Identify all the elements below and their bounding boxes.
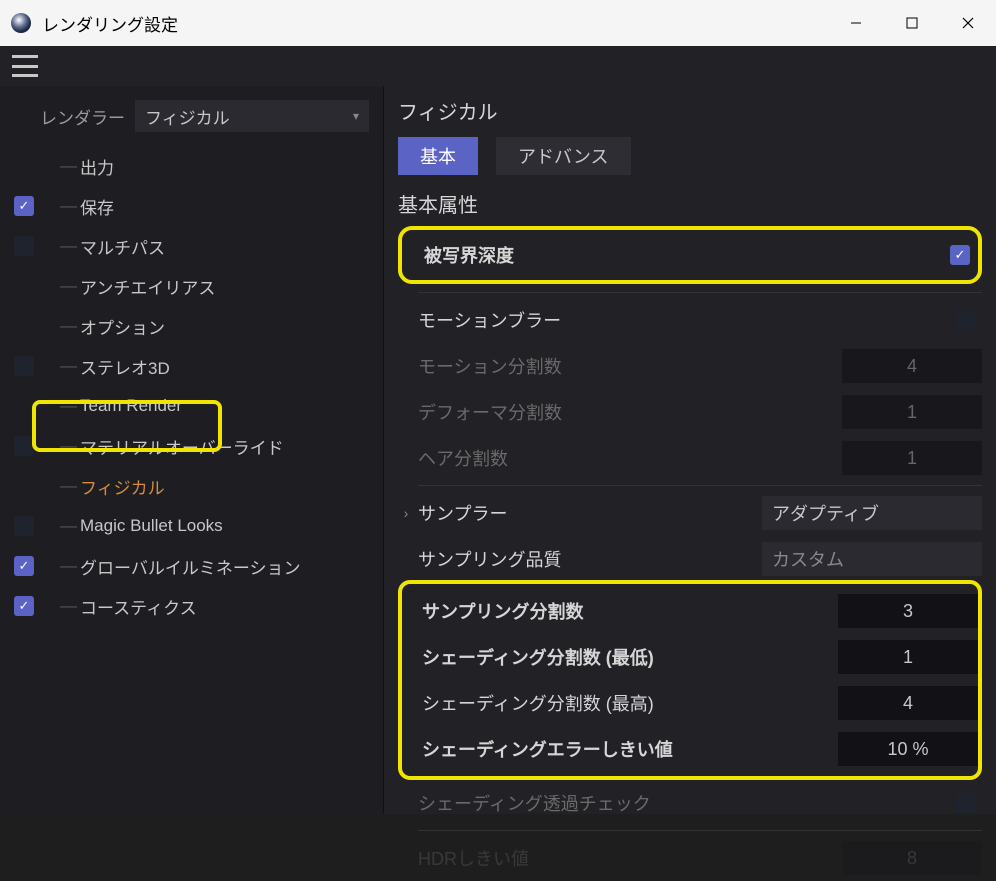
prop-shading-max-value[interactable]: 4	[838, 686, 978, 720]
prop-sampling-q-select[interactable]: カスタム	[762, 542, 982, 576]
app-icon	[10, 12, 32, 34]
sidebar-item-label: ステレオ3D	[80, 354, 170, 379]
titlebar: レンダリング設定	[0, 0, 996, 46]
sidebar-item-4[interactable]: —オプション	[10, 306, 383, 346]
section-basic-title: 基本属性	[398, 189, 982, 218]
prop-deformer-sub-label: デフォーマ分割数	[418, 399, 842, 425]
sidebar-item-9[interactable]: —Magic Bullet Looks	[10, 506, 383, 546]
expand-caret-icon[interactable]: ›	[398, 505, 414, 521]
tab-advance[interactable]: アドバンス	[496, 137, 631, 175]
highlight-dof: 被写界深度 ✓	[398, 226, 982, 284]
prop-dof-checkbox[interactable]: ✓	[950, 245, 970, 265]
prop-sampling-q-label: サンプリング品質	[418, 546, 762, 572]
prop-hdr-thresh-label: HDRしきい値	[418, 845, 842, 871]
sidebar-item-3[interactable]: —アンチエイリアス	[10, 266, 383, 306]
tree-branch-icon: —	[60, 476, 76, 496]
sidebar-item-label: マルチパス	[80, 234, 165, 259]
sidebar-item-7[interactable]: —マテリアルオーバーライド	[10, 426, 383, 466]
tree-branch-icon: —	[60, 596, 76, 616]
sidebar-item-label: グローバルイルミネーション	[80, 554, 301, 579]
sidebar-item-label: マテリアルオーバーライド	[80, 434, 284, 459]
chevron-down-icon: ▾	[353, 109, 359, 123]
tree-branch-icon: —	[60, 356, 76, 376]
sidebar-item-10[interactable]: ✓ —グローバルイルミネーション	[10, 546, 383, 586]
prop-hair-sub-value[interactable]: 1	[842, 441, 982, 475]
panel-title: フィジカル	[398, 96, 982, 125]
sidebar-checkbox[interactable]	[14, 516, 34, 536]
divider	[418, 830, 982, 831]
sidebar: レンダラー フィジカル ▾ —出力✓—保存—マルチパス—アンチエイリアス—オプシ…	[0, 86, 384, 814]
settings-tree: —出力✓—保存—マルチパス—アンチエイリアス—オプション—ステレオ3D—Team…	[0, 146, 383, 626]
prop-deformer-sub-value[interactable]: 1	[842, 395, 982, 429]
tree-branch-icon: —	[60, 516, 76, 536]
sidebar-item-8[interactable]: —フィジカル	[10, 466, 383, 506]
sidebar-item-11[interactable]: ✓ —コースティクス	[10, 586, 383, 626]
prop-shading-err-value[interactable]: 10 %	[838, 732, 978, 766]
close-button[interactable]	[940, 0, 996, 46]
prop-shading-min-value[interactable]: 1	[838, 640, 978, 674]
sidebar-checkbox[interactable]: ✓	[14, 196, 34, 216]
divider	[418, 485, 982, 486]
sidebar-item-label: アンチエイリアス	[80, 274, 215, 299]
sidebar-checkbox[interactable]: ✓	[14, 556, 34, 576]
divider	[418, 292, 982, 293]
tree-branch-icon: —	[60, 156, 76, 176]
prop-shading-trans-label: シェーディング透過チェック	[418, 790, 956, 816]
sidebar-item-5[interactable]: —ステレオ3D	[10, 346, 383, 386]
minimize-button[interactable]	[828, 0, 884, 46]
sidebar-item-label: 出力	[80, 154, 114, 179]
tree-branch-icon: —	[60, 196, 76, 216]
prop-dof-label: 被写界深度	[424, 242, 950, 268]
main-panel: フィジカル 基本 アドバンス 基本属性 被写界深度 ✓ モーションブラー モーシ…	[384, 86, 996, 814]
prop-shading-min-label: シェーディング分割数 (最低)	[422, 644, 838, 670]
sidebar-checkbox[interactable]: ✓	[14, 596, 34, 616]
window-title: レンダリング設定	[42, 11, 178, 36]
sidebar-item-label: Team Render	[80, 396, 182, 416]
renderer-select[interactable]: フィジカル ▾	[135, 100, 369, 132]
sidebar-item-label: 保存	[80, 194, 114, 219]
renderer-label: レンダラー	[40, 104, 125, 129]
hamburger-icon[interactable]	[12, 55, 38, 77]
prop-motionblur-checkbox[interactable]	[956, 310, 976, 330]
sidebar-checkbox[interactable]	[14, 436, 34, 456]
sidebar-item-6[interactable]: —Team Render	[10, 386, 383, 426]
tree-branch-icon: —	[60, 436, 76, 456]
sidebar-item-2[interactable]: —マルチパス	[10, 226, 383, 266]
prop-shading-err-label: シェーディングエラーしきい値	[422, 736, 838, 762]
sidebar-item-label: コースティクス	[80, 594, 197, 619]
highlight-sampling: サンプリング分割数 3 シェーディング分割数 (最低) 1 シェーディング分割数…	[398, 580, 982, 780]
tree-branch-icon: —	[60, 396, 76, 416]
sidebar-checkbox[interactable]	[14, 236, 34, 256]
sidebar-item-label: Magic Bullet Looks	[80, 516, 223, 536]
maximize-button[interactable]	[884, 0, 940, 46]
tree-branch-icon: —	[60, 236, 76, 256]
prop-shading-max-label: シェーディング分割数 (最高)	[422, 690, 838, 716]
prop-sampling-sub-value[interactable]: 3	[838, 594, 978, 628]
prop-sampler-select[interactable]: アダプティブ	[762, 496, 982, 530]
tree-branch-icon: —	[60, 316, 76, 336]
sidebar-item-1[interactable]: ✓ —保存	[10, 186, 383, 226]
prop-hair-sub-label: ヘア分割数	[418, 445, 842, 471]
renderer-selected: フィジカル	[145, 104, 230, 129]
prop-sampler-label: サンプラー	[418, 500, 762, 526]
tree-branch-icon: —	[60, 276, 76, 296]
prop-shading-trans-checkbox[interactable]	[956, 793, 976, 813]
sidebar-item-0[interactable]: —出力	[10, 146, 383, 186]
menu-bar	[0, 46, 996, 86]
prop-sampling-sub-label: サンプリング分割数	[422, 598, 838, 624]
sidebar-item-label: オプション	[80, 314, 165, 339]
prop-motion-sub-label: モーション分割数	[418, 353, 842, 379]
prop-motion-sub-value[interactable]: 4	[842, 349, 982, 383]
tab-basic[interactable]: 基本	[398, 137, 478, 175]
sidebar-checkbox[interactable]	[14, 356, 34, 376]
sidebar-item-label: フィジカル	[80, 474, 165, 499]
prop-hdr-thresh-value[interactable]: 8	[842, 841, 982, 875]
prop-motionblur-label: モーションブラー	[418, 307, 956, 333]
tree-branch-icon: —	[60, 556, 76, 576]
